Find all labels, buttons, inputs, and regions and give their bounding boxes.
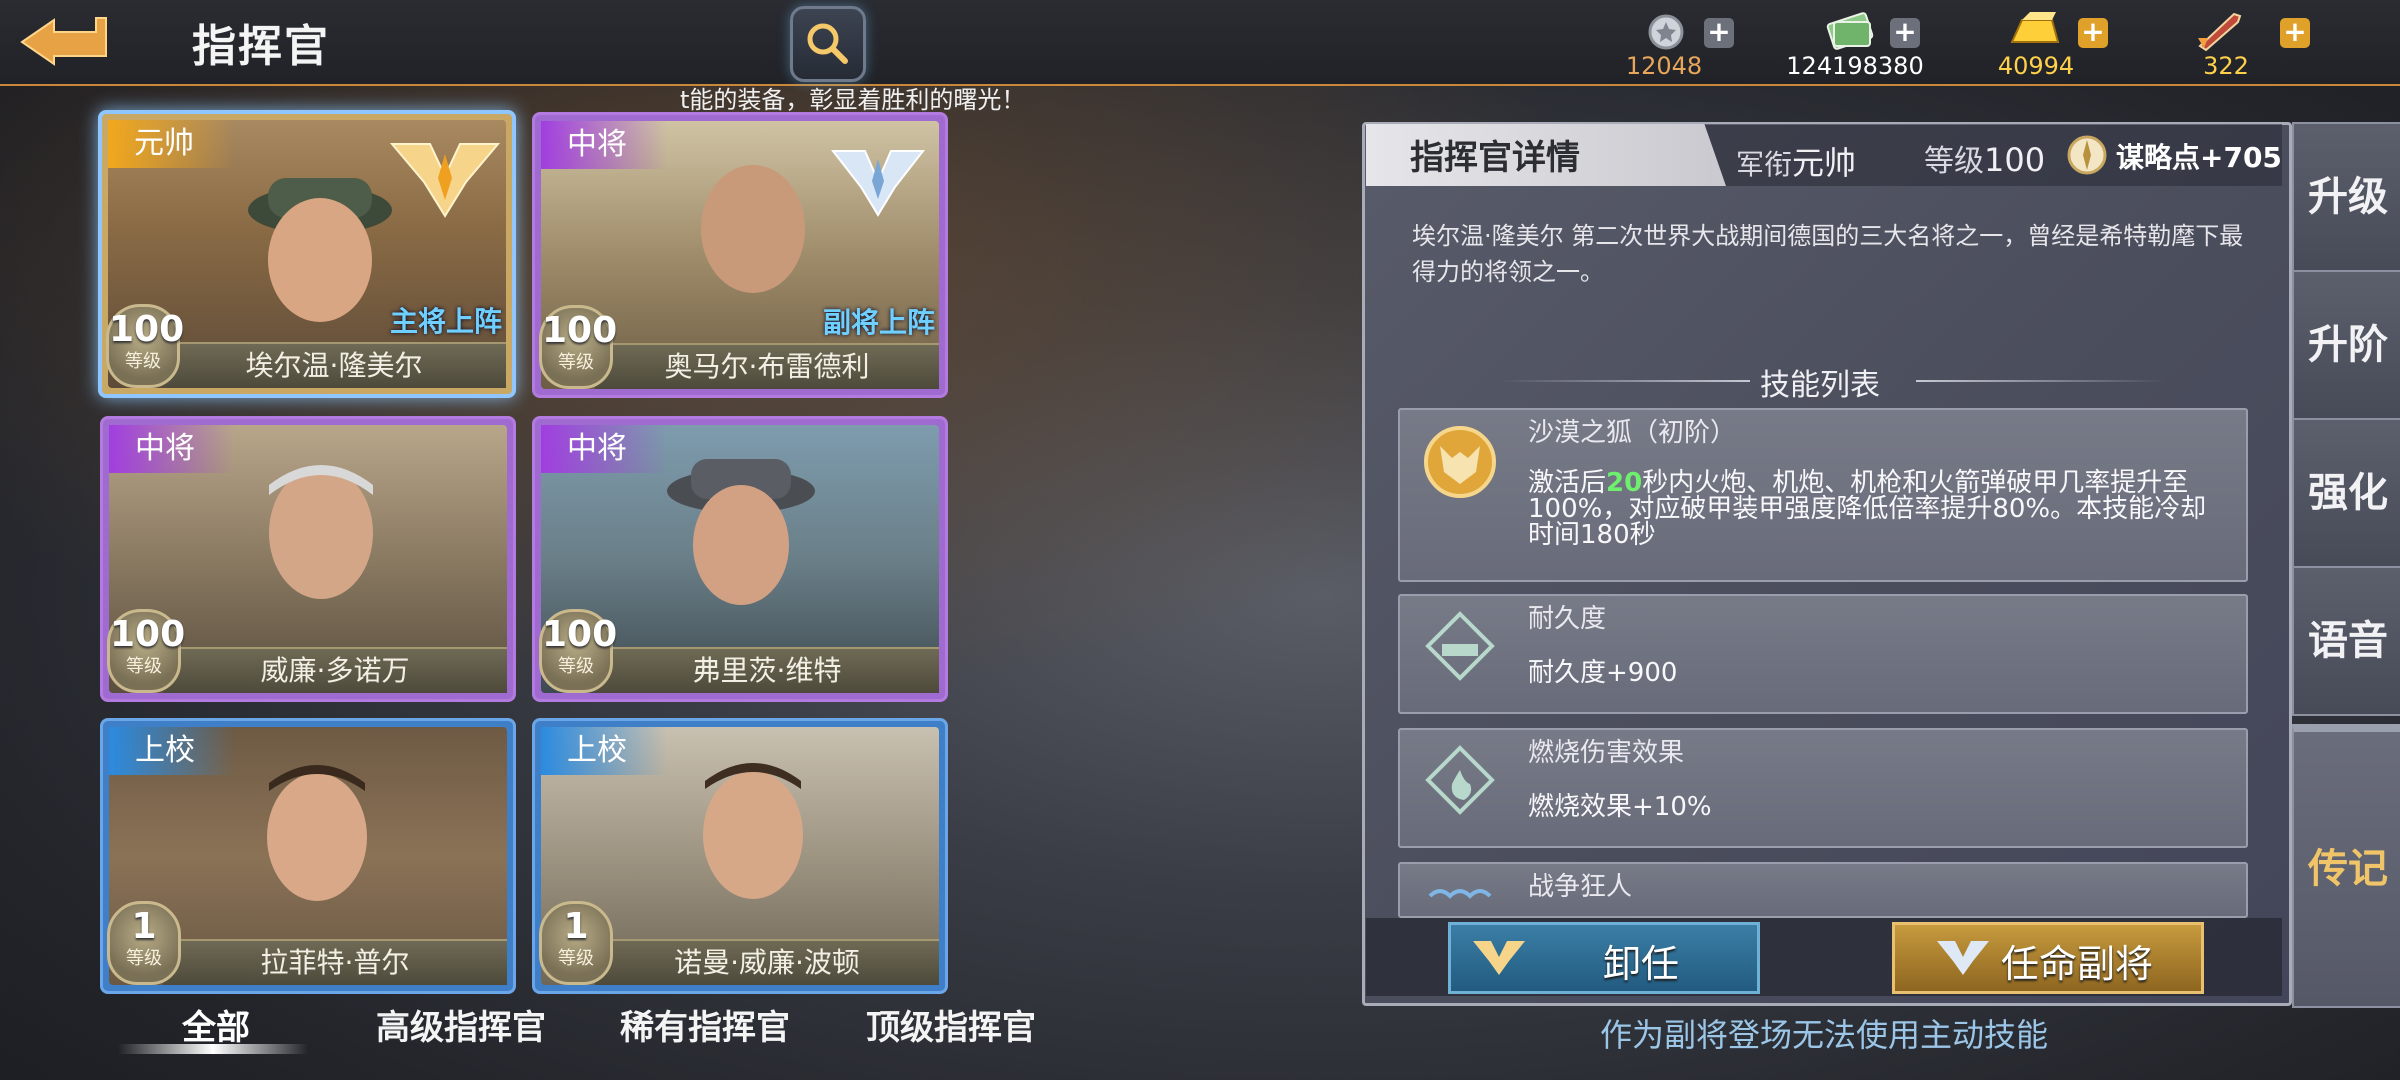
rank-badge: 中将 [541,121,667,169]
deputy-commander-tag: 副将上阵 [822,306,935,339]
add-medal-button[interactable]: + [1704,18,1734,48]
detail-title: 指挥官详情 [1410,138,1580,178]
resource-cash: + 124198380 [1780,8,1950,80]
resource-medal: + 12048 [1616,8,1746,80]
level-badge: 100 等级 [106,304,184,388]
skill-item-war-madman[interactable]: 战争狂人 [1398,862,2248,918]
commander-name: 诺曼·威廉·波顿 [595,939,939,985]
commander-name: 威廉·多诺万 [163,647,507,693]
level-badge: 100 等级 [107,609,185,693]
rank-badge: 上校 [109,727,235,775]
rank-badge: 元帅 [108,120,234,168]
selected-tab-indicator [118,1044,308,1054]
add-fuel-button[interactable]: + [2280,18,2310,48]
strategy-compass-icon [2067,135,2107,175]
tab-enhance[interactable]: 强化 [2292,418,2400,568]
resource-gold: + 40994 [1996,8,2116,80]
level-badge: 100 等级 [539,305,617,389]
gold-value: 40994 [1997,52,2075,80]
filter-tab-rare[interactable]: 稀有指挥官 [620,1000,790,1049]
skill-title-divider-right [1916,380,2166,382]
level-badge: 1 等级 [539,901,613,985]
appoint-deputy-button[interactable]: 任命副将 [1892,922,2204,994]
skill-description: 激活后20秒内火炮、机炮、机枪和火箭弹破甲几率提升至100%，对应破甲装甲强度降… [1528,468,2207,550]
silver-wings-icon [1937,941,1989,975]
news-ticker: t能的装备，彰显着胜利的曙光！ [680,86,1026,114]
add-gold-button[interactable]: + [2078,18,2108,48]
skill-title-divider-left [1500,380,1750,382]
cash-icon [1826,12,1874,50]
commander-name: 埃尔温·隆美尔 [162,342,506,388]
filter-tab-top[interactable]: 顶级指挥官 [866,1000,1036,1049]
commander-name: 奥马尔·布雷德利 [595,343,939,389]
tab-voice[interactable]: 语音 [2292,566,2400,716]
back-arrow-icon [20,17,107,66]
medal-icon [1648,14,1684,50]
madman-icon [1428,889,1492,899]
commander-level: 等级100 [1924,141,2046,179]
cash-value: 124198380 [1786,52,1924,80]
skills-list-title: 技能列表 [1760,368,1880,403]
commander-name: 弗里茨·维特 [595,647,939,693]
marshal-wings-icon [390,143,500,218]
medal-value: 12048 [1625,52,1703,80]
rank-badge: 上校 [541,727,667,775]
gold-bar-icon [2010,12,2060,43]
search-icon [807,23,848,64]
commander-card-donovan[interactable]: 中将 威廉·多诺万 100 等级 [100,416,516,702]
back-button[interactable] [14,12,110,68]
skill-name: 战争狂人 [1528,872,1633,902]
tab-promote[interactable]: 升阶 [2292,270,2400,420]
skill-description: 耐久度+900 [1528,658,1678,688]
skill-item-burn-damage[interactable]: 燃烧伤害效果 燃烧效果+10% [1398,728,2248,848]
commander-card-bradley[interactable]: 中将 副将上阵 奥马尔·布雷德利 100 等级 [532,112,948,398]
commander-name: 拉菲特·普尔 [163,939,507,985]
skill-item-desert-fox[interactable]: 沙漠之狐（初阶） 激活后20秒内火炮、机炮、机枪和火箭弹破甲几率提升至100%，… [1398,408,2248,582]
rocket-icon [2198,12,2242,52]
search-button[interactable] [790,6,866,82]
skill-description: 燃烧效果+10% [1528,792,1712,822]
fire-icon [1425,745,1495,815]
commander-card-poole[interactable]: 上校 拉菲特·普尔 1 等级 [100,718,516,994]
skill-name: 沙漠之狐（初阶） [1528,418,1737,448]
armor-icon [1425,611,1495,681]
commander-description: 埃尔温·隆美尔 第二次世界大战期间德国的三大名将之一，曾经是希特勒麾下最得力的将… [1412,222,2244,286]
page-title: 指挥官 [192,21,330,72]
level-badge: 100 等级 [539,609,617,693]
level-badge: 1 等级 [107,901,181,985]
tab-upgrade[interactable]: 升级 [2292,122,2400,272]
filter-tab-all[interactable]: 全部 [182,1000,250,1049]
rank-badge: 中将 [541,425,667,473]
main-commander-tag: 主将上阵 [389,305,502,338]
silver-wings-icon [830,150,926,217]
deputy-hint: 作为副将登场无法使用主动技能 [1600,1016,2049,1054]
rank-badge: 中将 [109,425,235,473]
skill-item-durability[interactable]: 耐久度 耐久度+900 [1398,594,2248,714]
commander-card-rommel[interactable]: 元帅 主将上阵 埃尔温·隆美尔 100 等级 [98,110,516,398]
fox-icon [1424,426,1496,498]
tab-biography[interactable]: 传记 [2292,724,2400,1008]
wings-icon [1473,941,1525,975]
add-cash-button[interactable]: + [1890,18,1920,48]
commander-card-bolton[interactable]: 上校 诺曼·威廉·波顿 1 等级 [532,718,948,994]
military-rank: 军衔元帅 [1736,144,1857,182]
resource-fuel: + 322 [2186,8,2310,80]
filter-tab-senior[interactable]: 高级指挥官 [376,1000,546,1049]
commander-card-witt[interactable]: 中将 弗里茨·维特 100 等级 [532,416,948,702]
strategy-points: 谋略点+705 [2116,141,2282,174]
fuel-value: 322 [2203,52,2249,80]
dismiss-button[interactable]: 卸任 [1448,922,1760,994]
skill-name: 耐久度 [1528,604,1607,634]
skill-name: 燃烧伤害效果 [1528,738,1685,768]
